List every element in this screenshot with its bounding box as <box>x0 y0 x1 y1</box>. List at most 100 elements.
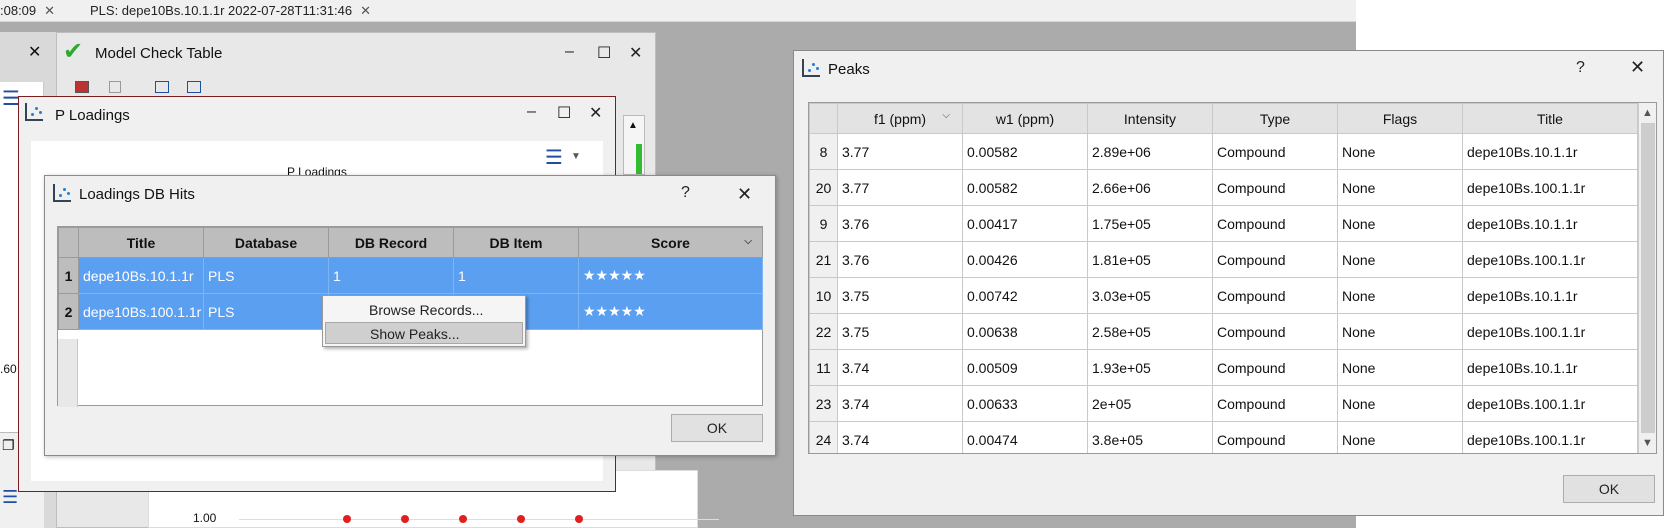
row-number[interactable]: 8 <box>809 133 838 170</box>
column-header-flags[interactable]: Flags <box>1337 103 1463 134</box>
cell-type[interactable]: Compound <box>1212 277 1338 314</box>
column-header-f1[interactable]: f1 (ppm) ⌵ <box>837 103 963 134</box>
corner-cell[interactable] <box>58 227 79 258</box>
cell-title[interactable]: depe10Bs.10.1.1r <box>1462 349 1638 386</box>
cell-type[interactable]: Compound <box>1212 349 1338 386</box>
row-number[interactable]: 2 <box>58 293 79 330</box>
toolbar-icon[interactable] <box>75 81 89 93</box>
cell-f1[interactable]: 3.76 <box>837 205 963 242</box>
cell-w1[interactable]: 0.00638 <box>962 313 1088 350</box>
close-icon[interactable]: ✕ <box>44 3 55 18</box>
column-header-score[interactable]: Score ⌵ <box>578 227 763 258</box>
cell-f1[interactable]: 3.76 <box>837 241 963 278</box>
cell-intensity[interactable]: 2.89e+06 <box>1087 133 1213 170</box>
help-button[interactable]: ? <box>1576 59 1585 77</box>
table-row[interactable]: 9 3.76 0.00417 1.75e+05 Compound None depe10Bs… <box>809 205 1638 242</box>
cell-intensity[interactable]: 3.8e+05 <box>1087 421 1213 453</box>
cell-title[interactable]: depe10Bs.100.1.1r <box>78 293 204 330</box>
cell-type[interactable]: Compound <box>1212 169 1338 206</box>
cell-w1[interactable]: 0.00509 <box>962 349 1088 386</box>
cell-intensity[interactable]: 1.93e+05 <box>1087 349 1213 386</box>
table-icon[interactable] <box>187 81 201 93</box>
cell-f1[interactable]: 3.74 <box>837 349 963 386</box>
cell-w1[interactable]: 0.00582 <box>962 169 1088 206</box>
menu-item-browse-records[interactable]: Browse Records... <box>325 299 523 321</box>
cell-intensity[interactable]: 1.81e+05 <box>1087 241 1213 278</box>
scroll-up-icon[interactable]: ▲ <box>628 120 638 131</box>
cell-f1[interactable]: 3.75 <box>837 277 963 314</box>
menu-icon[interactable]: ☰ <box>2 487 18 508</box>
cell-flags[interactable]: None <box>1337 133 1463 170</box>
cell-flags[interactable]: None <box>1337 421 1463 453</box>
cell-title[interactable]: depe10Bs.10.1.1r <box>1462 205 1638 242</box>
vertical-scrollbar[interactable]: ▲ ▼ <box>1638 103 1656 453</box>
cell-title[interactable]: depe10Bs.10.1.1r <box>1462 277 1638 314</box>
cell-type[interactable]: Compound <box>1212 241 1338 278</box>
close-icon[interactable]: ✕ <box>28 42 41 62</box>
cell-title[interactable]: depe10Bs.100.1.1r <box>1462 385 1638 422</box>
score-stars[interactable]: ★★★★★ <box>578 293 763 330</box>
cell-flags[interactable]: None <box>1337 385 1463 422</box>
row-number[interactable]: 20 <box>809 169 838 206</box>
ok-button[interactable]: OK <box>1563 475 1655 503</box>
cell-title[interactable]: depe10Bs.100.1.1r <box>1462 241 1638 278</box>
cell-database[interactable]: PLS <box>203 257 329 294</box>
scroll-up-icon[interactable]: ▲ <box>1642 107 1653 119</box>
cell-type[interactable]: Compound <box>1212 313 1338 350</box>
cell-flags[interactable]: None <box>1337 241 1463 278</box>
cell-type[interactable]: Compound <box>1212 421 1338 453</box>
cell-w1[interactable]: 0.00742 <box>962 277 1088 314</box>
column-header-database[interactable]: Database <box>203 227 329 258</box>
table-row[interactable]: 23 3.74 0.00633 2e+05 Compound None depe10Bs.1… <box>809 385 1638 422</box>
close-button[interactable]: ✕ <box>1630 57 1645 78</box>
maximize-button[interactable]: ☐ <box>557 103 571 123</box>
cell-database[interactable]: PLS <box>203 293 329 330</box>
cell-intensity[interactable]: 2e+05 <box>1087 385 1213 422</box>
cell-db-record[interactable]: 1 <box>328 257 454 294</box>
chevron-down-icon[interactable]: ▼ <box>571 151 581 162</box>
close-button[interactable]: ✕ <box>629 43 642 63</box>
cell-title[interactable]: depe10Bs.100.1.1r <box>1462 421 1638 453</box>
column-header-intensity[interactable]: Intensity <box>1087 103 1213 134</box>
row-number[interactable]: 24 <box>809 421 838 453</box>
row-number[interactable]: 11 <box>809 349 838 386</box>
cell-title[interactable]: depe10Bs.100.1.1r <box>1462 313 1638 350</box>
table-icon[interactable] <box>155 81 169 93</box>
row-number[interactable]: 10 <box>809 277 838 314</box>
minimize-button[interactable]: – <box>565 43 574 61</box>
cell-f1[interactable]: 3.75 <box>837 313 963 350</box>
table-row[interactable]: 24 3.74 0.00474 3.8e+05 Compound None depe10Bs… <box>809 421 1638 453</box>
cell-intensity[interactable]: 2.66e+06 <box>1087 169 1213 206</box>
corner-cell[interactable] <box>809 103 838 134</box>
table-row[interactable]: 10 3.75 0.00742 3.03e+05 Compound None depe10B… <box>809 277 1638 314</box>
row-number[interactable]: 9 <box>809 205 838 242</box>
cell-w1[interactable]: 0.00417 <box>962 205 1088 242</box>
cell-intensity[interactable]: 3.03e+05 <box>1087 277 1213 314</box>
close-button[interactable]: ✕ <box>737 184 752 205</box>
row-number[interactable]: 22 <box>809 313 838 350</box>
close-button[interactable]: ✕ <box>589 103 602 123</box>
column-header-title[interactable]: Title <box>78 227 204 258</box>
table-row[interactable]: 20 3.77 0.00582 2.66e+06 Compound None depe10B… <box>809 169 1638 206</box>
cell-flags[interactable]: None <box>1337 277 1463 314</box>
cell-db-item[interactable]: 1 <box>453 257 579 294</box>
scroll-down-icon[interactable]: ▼ <box>1642 437 1653 449</box>
maximize-button[interactable]: ☐ <box>597 43 611 63</box>
table-row[interactable]: 1 depe10Bs.10.1.1r PLS 1 1 ★★★★★ <box>58 257 763 294</box>
cell-w1[interactable]: 0.00582 <box>962 133 1088 170</box>
scroll-thumb[interactable] <box>1641 123 1655 433</box>
ok-button[interactable]: OK <box>671 414 763 442</box>
column-header-title[interactable]: Title <box>1462 103 1638 134</box>
cell-intensity[interactable]: 1.75e+05 <box>1087 205 1213 242</box>
row-number[interactable]: 1 <box>58 257 79 294</box>
cell-w1[interactable]: 0.00633 <box>962 385 1088 422</box>
table-row[interactable]: 8 3.77 0.00582 2.89e+06 Compound None depe10Bs… <box>809 133 1638 170</box>
cell-w1[interactable]: 0.00474 <box>962 421 1088 453</box>
cell-flags[interactable]: None <box>1337 205 1463 242</box>
cell-flags[interactable]: None <box>1337 349 1463 386</box>
cell-title[interactable]: depe10Bs.10.1.1r <box>78 257 204 294</box>
column-header-db-item[interactable]: DB Item <box>453 227 579 258</box>
close-icon[interactable]: ✕ <box>360 3 371 18</box>
column-header-w1[interactable]: w1 (ppm) <box>962 103 1088 134</box>
cell-type[interactable]: Compound <box>1212 133 1338 170</box>
